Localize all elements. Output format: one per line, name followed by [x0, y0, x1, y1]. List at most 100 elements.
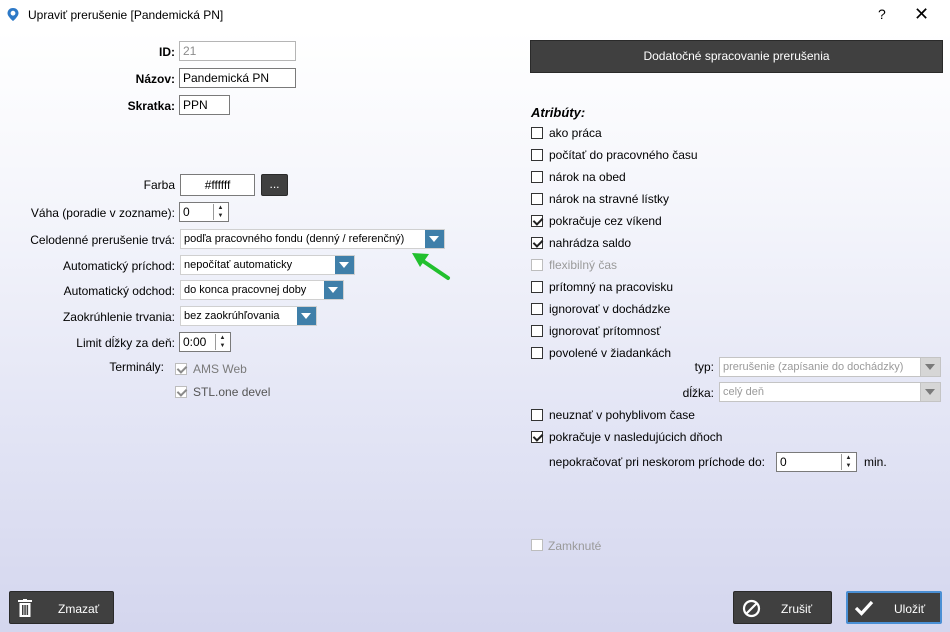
- rounding-select[interactable]: bez zaokrúhľovania: [180, 306, 317, 326]
- attribute-checkbox[interactable]: [531, 193, 543, 205]
- terminals-label: Terminály:: [109, 360, 164, 374]
- type-value: prerušenie (zapísanie do dochádzky): [723, 361, 904, 373]
- fullday-label: Celodenné prerušenie trvá:: [30, 233, 175, 247]
- attribute-label: nahrádza saldo: [549, 236, 632, 250]
- weight-label: Váha (poradie v zozname):: [30, 206, 175, 220]
- attribute-label: povolené v žiadankách: [549, 346, 672, 360]
- arrival-label: Automatický príchod:: [62, 259, 175, 273]
- attribute-label: počítať do pracovného času: [549, 148, 698, 162]
- chevron-down-icon[interactable]: [335, 256, 354, 274]
- attribute-label: ako práca: [549, 126, 602, 140]
- color-input[interactable]: #ffffff: [180, 174, 255, 196]
- attribute-checkbox[interactable]: [531, 215, 543, 227]
- name-label: Názov:: [135, 72, 175, 86]
- annotation-arrow-icon: [412, 253, 450, 280]
- attribute-checkbox[interactable]: [531, 171, 543, 183]
- attribute-label: ignorovať prítomnosť: [549, 324, 661, 338]
- weight-spinner[interactable]: ▲ ▼: [213, 204, 227, 220]
- rounding-value: bez zaokrúhľovania: [184, 310, 280, 322]
- locked-checkbox: [531, 539, 543, 551]
- attribute-checkbox[interactable]: [531, 347, 543, 359]
- abbr-input[interactable]: PPN: [179, 95, 230, 115]
- save-label: Uložiť: [894, 602, 926, 616]
- attribute-label: pokračuje v nasledujúcich dňoch: [549, 430, 723, 444]
- attribute-checkbox[interactable]: [531, 127, 543, 139]
- attribute-checkbox: [531, 259, 543, 271]
- spin-up-icon[interactable]: ▲: [842, 454, 855, 462]
- terminal-label: STL.one devel: [193, 385, 271, 399]
- daylimit-spinner[interactable]: ▲ ▼: [215, 334, 229, 350]
- delete-label: Zmazať: [58, 602, 100, 616]
- spin-down-icon[interactable]: ▼: [842, 462, 855, 470]
- attribute-checkbox[interactable]: [531, 237, 543, 249]
- cancel-label: Zrušiť: [781, 602, 813, 616]
- fullday-value: podľa pracovného fondu (denný / referenč…: [184, 233, 405, 245]
- type-select: prerušenie (zapísanie do dochádzky): [719, 357, 941, 377]
- trash-icon: [18, 599, 32, 617]
- title-bar: Upraviť prerušenie [Pandemická PN] ? ✕: [0, 0, 950, 30]
- terminal-checkbox[interactable]: [175, 386, 187, 398]
- abbr-label: Skratka:: [127, 99, 175, 113]
- terminal-checkbox[interactable]: [175, 363, 187, 375]
- attribute-checkbox[interactable]: [531, 409, 543, 421]
- attribute-checkbox[interactable]: [531, 431, 543, 443]
- color-picker-button[interactable]: ...: [261, 174, 288, 196]
- attribute-label: neuznať v pohyblivom čase: [549, 408, 695, 422]
- late-arrival-input[interactable]: 0 ▲ ▼: [776, 452, 857, 472]
- departure-value: do konca pracovnej doby: [184, 284, 307, 296]
- attribute-checkbox[interactable]: [531, 325, 543, 337]
- spin-down-icon[interactable]: ▼: [214, 212, 227, 220]
- cancel-icon: [742, 599, 761, 618]
- fullday-select[interactable]: podľa pracovného fondu (denný / referenč…: [180, 229, 445, 249]
- save-button[interactable]: Uložiť: [846, 591, 942, 624]
- late-arrival-label: nepokračovať pri neskorom príchode do:: [549, 455, 765, 469]
- attribute-label: nárok na obed: [549, 170, 626, 184]
- weight-value: 0: [183, 205, 190, 219]
- type-label: typ:: [694, 360, 714, 374]
- name-input[interactable]: Pandemická PN: [179, 68, 296, 88]
- length-label: dĺžka:: [682, 386, 714, 400]
- spin-up-icon[interactable]: ▲: [214, 204, 227, 212]
- attribute-checkbox[interactable]: [531, 281, 543, 293]
- daylimit-input[interactable]: 0:00 ▲ ▼: [179, 332, 231, 352]
- arrival-select[interactable]: nepočítať automaticky: [180, 255, 355, 275]
- length-select: celý deň: [719, 382, 941, 402]
- spin-down-icon[interactable]: ▼: [216, 342, 229, 350]
- arrival-value: nepočítať automaticky: [184, 259, 293, 271]
- attribute-label: flexibilný čas: [549, 258, 618, 272]
- chevron-down-icon[interactable]: [297, 307, 316, 325]
- daylimit-value: 0:00: [183, 335, 207, 349]
- extra-processing-button[interactable]: Dodatočné spracovanie prerušenia: [530, 40, 943, 73]
- locked-label: Zamknuté: [548, 539, 602, 553]
- late-arrival-value: 0: [780, 455, 787, 469]
- delete-button[interactable]: Zmazať: [9, 591, 114, 624]
- chevron-down-icon: [920, 383, 940, 401]
- attribute-checkbox[interactable]: [531, 149, 543, 161]
- close-button[interactable]: ✕: [914, 4, 929, 25]
- weight-input[interactable]: 0 ▲ ▼: [179, 202, 229, 222]
- rounding-label: Zaokrúhlenie trvania:: [62, 310, 175, 324]
- length-value: celý deň: [723, 386, 764, 398]
- help-button[interactable]: ?: [878, 6, 886, 22]
- attributes-title: Atribúty:: [531, 105, 586, 120]
- chevron-down-icon: [920, 358, 940, 376]
- chevron-down-icon[interactable]: [425, 230, 444, 248]
- daylimit-label: Limit dĺžky za deň:: [76, 336, 175, 350]
- terminal-label: AMS Web: [193, 362, 247, 376]
- minutes-unit: min.: [864, 455, 887, 469]
- late-arrival-spinner[interactable]: ▲ ▼: [841, 454, 855, 470]
- id-field: 21: [179, 41, 296, 61]
- dialog-content: ID: 21 Názov: Pandemická PN Skratka: PPN…: [0, 30, 950, 632]
- app-icon: [7, 8, 19, 21]
- departure-select[interactable]: do konca pracovnej doby: [180, 280, 344, 300]
- attribute-label: pokračuje cez víkend: [549, 214, 662, 228]
- departure-label: Automatický odchod:: [63, 284, 175, 298]
- chevron-down-icon[interactable]: [324, 281, 343, 299]
- id-label: ID:: [159, 45, 175, 59]
- cancel-button[interactable]: Zrušiť: [733, 591, 832, 624]
- attribute-label: nárok na stravné lístky: [549, 192, 670, 206]
- spin-up-icon[interactable]: ▲: [216, 334, 229, 342]
- attribute-checkbox[interactable]: [531, 303, 543, 315]
- color-label: Farba: [143, 178, 175, 192]
- window-title: Upraviť prerušenie [Pandemická PN]: [28, 8, 224, 22]
